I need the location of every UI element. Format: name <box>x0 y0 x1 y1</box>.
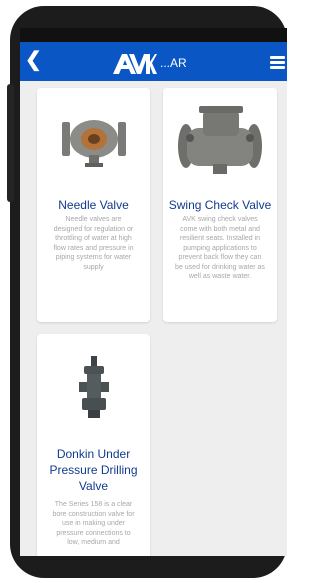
product-card-needle-valve[interactable]: Needle Valve Needle valves are designed … <box>37 88 150 322</box>
back-button[interactable]: ❮ <box>25 48 42 72</box>
product-description: AVK swing check valves come with both me… <box>175 216 265 280</box>
phone-side-button <box>7 84 14 202</box>
status-bar <box>20 28 287 42</box>
product-title: Donkin Under Pressure Drilling Valve <box>49 447 138 493</box>
drilling-valve-image <box>79 356 109 418</box>
menu-line <box>270 56 285 59</box>
menu-line <box>270 61 285 64</box>
app-header: ❮ ...AR <box>20 42 287 81</box>
menu-line <box>270 66 285 69</box>
avk-logo-icon <box>113 54 157 74</box>
brand-logo: ...AR <box>113 47 187 75</box>
product-card-donkin-drilling-valve[interactable]: Donkin Under Pressure Drilling Valve The… <box>37 334 150 556</box>
brand-suffix: ...AR <box>160 56 187 70</box>
hamburger-menu-button[interactable] <box>270 56 285 69</box>
product-description: Needle valves are designed for regulatio… <box>53 216 134 271</box>
chevron-left-icon: ❮ <box>25 49 42 71</box>
product-card-swing-check-valve[interactable]: Swing Check Valve AVK swing check valves… <box>163 88 277 322</box>
app-screen: ❮ ...AR Needle Valve Needle valves are d… <box>20 28 287 556</box>
product-description: The Series 158 is a clear bore construct… <box>52 501 135 546</box>
swing-check-valve-image <box>178 106 262 174</box>
product-title: Swing Check Valve <box>168 198 272 212</box>
product-title: Needle Valve <box>58 198 129 212</box>
needle-valve-image <box>62 120 126 167</box>
